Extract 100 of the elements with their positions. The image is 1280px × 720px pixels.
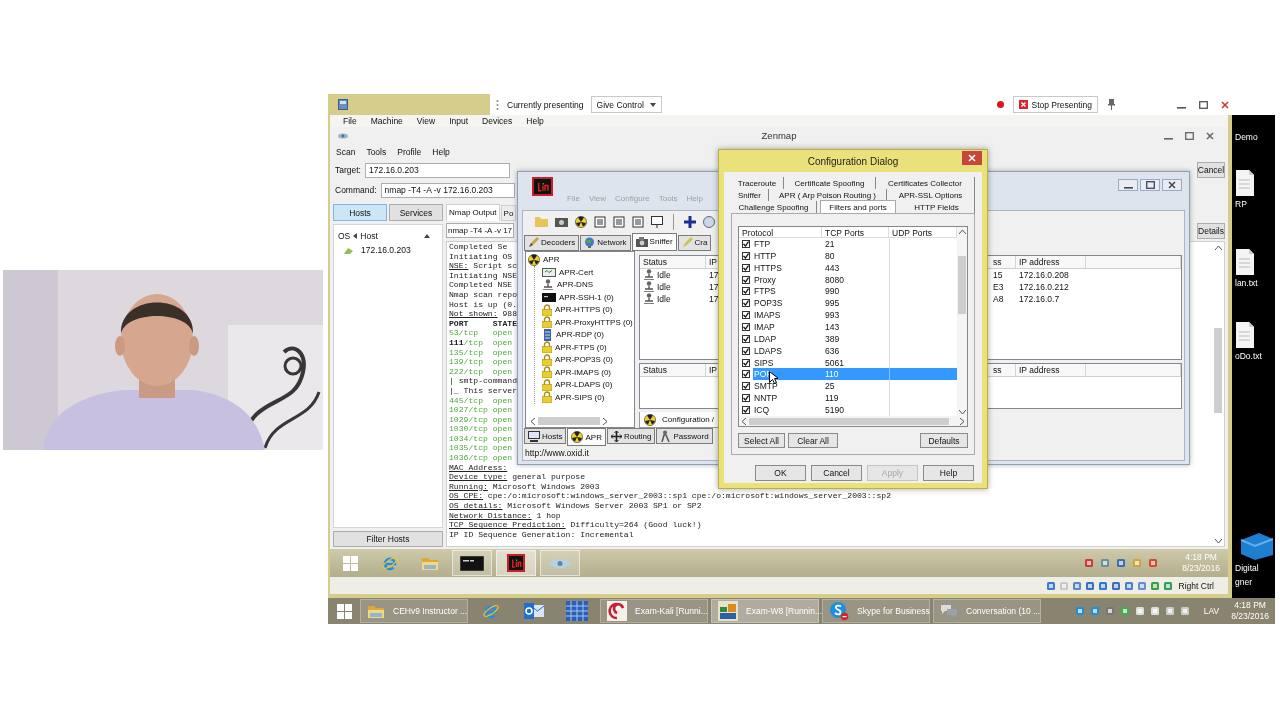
tree-item[interactable]: APR-ProxyHTTPS (0) [555, 317, 633, 327]
chip-icon[interactable] [613, 215, 625, 228]
maximize-icon[interactable] [1185, 131, 1194, 140]
checkbox[interactable] [742, 299, 750, 308]
tab[interactable]: Configuration / [639, 412, 720, 429]
dialog-button[interactable]: Cancel [811, 465, 862, 481]
checkbox[interactable] [742, 311, 750, 320]
pen-icon [528, 237, 539, 248]
details-button[interactable]: Details [1197, 223, 1225, 239]
status-icon [1045, 580, 1056, 591]
output-tab[interactable]: Po [500, 205, 517, 221]
checkbox[interactable] [742, 263, 750, 272]
document-icon [1235, 170, 1255, 196]
tab[interactable]: Traceroute [731, 177, 784, 189]
tab[interactable]: Network [580, 234, 631, 251]
menu-item[interactable]: Tools [366, 147, 387, 157]
close-icon[interactable] [1168, 181, 1176, 189]
menu-item[interactable]: Help [432, 147, 450, 157]
view-tab[interactable]: Hosts [333, 204, 387, 221]
menu-item[interactable]: Scan [336, 147, 356, 157]
maximize-icon[interactable] [1145, 181, 1155, 189]
checkbox[interactable] [742, 382, 750, 391]
tree-item[interactable]: APR-Cert [559, 267, 594, 277]
dialog-button[interactable]: OK [755, 465, 806, 481]
filter-hosts-button[interactable]: Filter Hosts [333, 531, 443, 547]
menu-item[interactable]: View [416, 116, 436, 126]
lock-icon [542, 366, 552, 379]
close-icon[interactable] [1206, 131, 1214, 140]
list-button[interactable]: Select All [738, 433, 785, 448]
checkbox[interactable] [742, 370, 750, 379]
checkbox[interactable] [742, 287, 750, 296]
tab[interactable]: Filters and ports [820, 200, 896, 213]
tree-item[interactable]: APR-IMAPS (0) [555, 367, 611, 377]
checkbox[interactable] [742, 358, 750, 367]
tab[interactable]: Decoders [524, 234, 580, 251]
checkbox[interactable] [742, 239, 750, 248]
cancel-button[interactable]: Cancel [1197, 162, 1225, 178]
tree-item[interactable]: APR-DNS [557, 280, 593, 290]
tab[interactable]: Hosts [524, 428, 567, 445]
command-combo[interactable]: nmap -T4 -A -v 17 [446, 223, 514, 238]
dialog-button[interactable]: Help [923, 465, 974, 481]
stop-presenting-button[interactable]: Stop Presenting [1012, 96, 1098, 113]
tree-item[interactable]: APR-SIPS (0) [555, 392, 605, 402]
tab[interactable]: Sniffer [731, 189, 769, 201]
list-button[interactable]: Clear All [788, 433, 838, 448]
list-button[interactable]: Defaults [920, 433, 968, 448]
tree-item[interactable]: APR-SSH-1 (0) [559, 292, 614, 302]
target-field[interactable]: 172.16.0.203 [365, 162, 510, 178]
close-icon[interactable] [1221, 100, 1229, 109]
table-cell: 25 [825, 381, 835, 392]
tree-item[interactable]: APR-LDAPS (0) [555, 380, 613, 390]
chip-icon[interactable] [632, 215, 644, 228]
give-control-dropdown[interactable]: Give Control [590, 96, 662, 113]
window-tiles-icon [718, 601, 738, 621]
menu-item[interactable]: Help [526, 116, 544, 126]
plus-icon[interactable] [684, 215, 696, 228]
tab[interactable]: Routing [606, 428, 656, 445]
monitor-icon[interactable] [651, 215, 663, 228]
checkbox[interactable] [742, 334, 750, 343]
tab[interactable]: Challenge Spoofing [731, 201, 817, 213]
camera-icon[interactable] [555, 216, 568, 228]
taskbar-button[interactable] [496, 550, 536, 576]
tree-item[interactable]: APR-FTPS (0) [555, 342, 607, 352]
close-button[interactable] [962, 151, 982, 165]
checkbox[interactable] [742, 251, 750, 260]
host-entry[interactable]: 172.16.0.203 [361, 245, 411, 255]
tree-item[interactable]: APR-POP3S (0) [555, 355, 613, 365]
menu-item[interactable]: Devices [482, 116, 513, 126]
tab[interactable]: Certificate Spoofing [784, 177, 876, 189]
menu-item[interactable]: File [343, 116, 357, 126]
tab[interactable]: Certificates Collector [876, 177, 975, 189]
menu-item[interactable]: Profile [397, 147, 422, 157]
tree-item[interactable]: APR [543, 255, 560, 265]
tab[interactable]: Password [656, 428, 713, 445]
command-field[interactable]: nmap -T4 -A -v 172.16.0.203 [380, 182, 515, 198]
radiation-icon[interactable] [575, 215, 587, 228]
checkbox[interactable] [742, 322, 750, 331]
tree-item[interactable]: APR-RDP (0) [556, 330, 604, 340]
output-tab[interactable]: Nmap Output [446, 204, 500, 221]
checkbox[interactable] [742, 394, 750, 403]
maximize-icon[interactable] [1199, 100, 1208, 109]
checkbox[interactable] [742, 405, 750, 414]
taskbar-button[interactable] [452, 550, 492, 576]
pin-icon[interactable] [1108, 99, 1115, 110]
tree-item[interactable]: APR-HTTPS (0) [555, 305, 613, 315]
menu-item[interactable]: Input [449, 116, 469, 126]
globe-icon[interactable] [703, 215, 715, 228]
tray-icon [1074, 606, 1085, 616]
checkbox[interactable] [742, 346, 750, 355]
tab[interactable]: Sniffer [631, 232, 677, 251]
view-tab[interactable]: Services [389, 204, 443, 221]
menu-item[interactable]: Machine [370, 116, 403, 126]
chip-icon[interactable] [594, 215, 606, 228]
tab[interactable]: Cra [677, 234, 712, 251]
tab[interactable]: HTTP Fields [899, 201, 975, 213]
clock-date: 8/23/2016 [1182, 563, 1220, 574]
checkbox[interactable] [742, 275, 750, 284]
tab[interactable]: APR [567, 428, 606, 447]
start-icon [342, 555, 358, 571]
status-icon [1071, 580, 1082, 591]
